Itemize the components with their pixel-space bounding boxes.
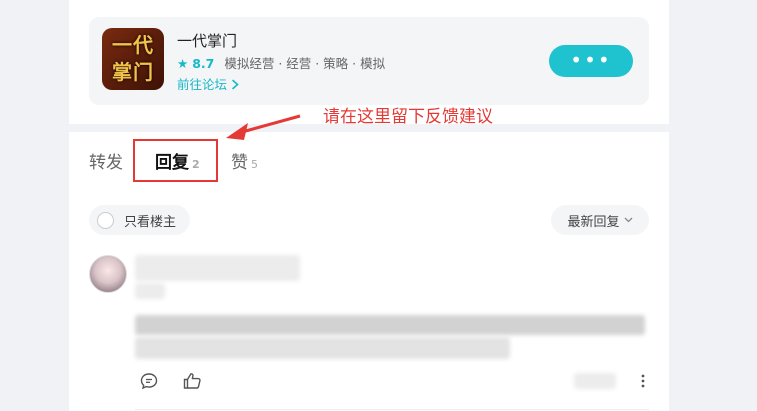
- reply-text-blur: [135, 315, 645, 335]
- owner-only-label: 只看楼主: [124, 214, 177, 230]
- sort-dropdown[interactable]: 最新回复: [551, 205, 649, 235]
- divider: [135, 409, 649, 410]
- timestamp-blur: [574, 373, 616, 389]
- more-button[interactable]: •••: [549, 45, 633, 77]
- game-name[interactable]: 一代掌门: [177, 30, 237, 51]
- game-icon[interactable]: 一代 掌门: [102, 28, 164, 90]
- annotation-arrow: [226, 114, 301, 140]
- tab-likes-count: 5: [251, 158, 258, 171]
- game-score: 8.7: [192, 56, 215, 71]
- forum-link[interactable]: 前往论坛: [177, 74, 240, 93]
- meta-blur: [135, 283, 165, 299]
- chevron-right-icon: [231, 77, 240, 92]
- game-tags: 模拟经营 · 经营 · 策略 · 模拟: [224, 56, 386, 71]
- sort-label: 最新回复: [567, 214, 620, 230]
- annotation-text: 请在这里留下反馈建议: [323, 107, 493, 127]
- highlight-box: [133, 139, 218, 182]
- chevron-down-icon: [624, 215, 633, 226]
- comment-icon[interactable]: [140, 372, 158, 394]
- star-icon: ★: [177, 56, 189, 71]
- game-meta: ★ 8.7 模拟经营 · 经营 · 策略 · 模拟: [177, 53, 385, 72]
- avatar[interactable]: [89, 255, 127, 293]
- tab-likes[interactable]: 赞5: [231, 148, 258, 173]
- thumbs-up-icon[interactable]: [183, 372, 202, 394]
- game-card[interactable]: 一代 掌门 一代掌门 ★ 8.7 模拟经营 · 经营 · 策略 · 模拟 前往论坛…: [89, 17, 649, 105]
- tab-likes-label: 赞: [231, 153, 248, 173]
- tab-repost-label: 转发: [89, 153, 123, 173]
- more-vertical-icon[interactable]: [640, 373, 646, 392]
- radio-icon: [97, 211, 114, 229]
- tab-repost[interactable]: 转发: [89, 148, 123, 173]
- username-blur: [135, 255, 300, 281]
- reply-text-blur-2: [135, 337, 510, 359]
- forum-link-label: 前往论坛: [177, 77, 228, 92]
- owner-only-toggle[interactable]: 只看楼主: [89, 205, 191, 235]
- game-icon-text: 一代 掌门: [112, 33, 154, 84]
